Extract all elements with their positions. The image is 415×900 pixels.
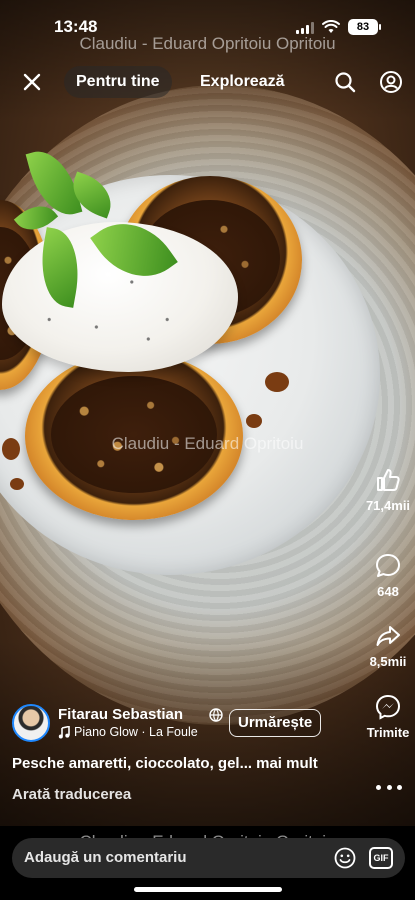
- globe-icon: [209, 708, 223, 722]
- status-bar: 13:48 83: [0, 14, 415, 40]
- thumbs-up-icon: [377, 469, 400, 491]
- signal-icon: [296, 22, 314, 34]
- more-link[interactable]: mai mult: [256, 755, 318, 772]
- author-name[interactable]: Fitarau Sebastian: [58, 706, 183, 723]
- top-nav: Pentru tine Explorează: [0, 64, 415, 100]
- profile-icon[interactable]: [379, 70, 403, 94]
- comment-placeholder: Adaugă un comentariu: [24, 849, 187, 866]
- author-row: Fitarau Sebastian Piano Glow · La Foule …: [12, 703, 352, 743]
- battery-indicator: 83: [348, 19, 381, 35]
- caramel-drip: [265, 372, 289, 392]
- music-note-icon: [58, 725, 70, 738]
- send-button[interactable]: Trimite: [362, 693, 414, 741]
- share-count: 8,5mii: [369, 654, 407, 669]
- like-count: 71,4mii: [365, 498, 411, 513]
- tab-pentru-tine[interactable]: Pentru tine: [64, 66, 172, 98]
- more-dots-icon[interactable]: [376, 780, 402, 794]
- caramel-drip: [2, 438, 20, 460]
- caption-text: Pesche amaretti, cioccolato, gel...: [12, 755, 253, 772]
- wifi-icon: [322, 20, 340, 33]
- music-row[interactable]: Piano Glow · La Foule: [58, 725, 198, 739]
- avatar[interactable]: [12, 704, 50, 742]
- translate-link[interactable]: Arată traducerea: [12, 786, 131, 803]
- share-icon: [376, 626, 400, 646]
- comments-button[interactable]: 648: [362, 552, 414, 600]
- status-time: 13:48: [54, 17, 98, 36]
- music-title: Piano Glow · La Foule: [74, 725, 198, 739]
- caption[interactable]: Pesche amaretti, cioccolato, gel... mai m…: [12, 755, 318, 772]
- peach-half: [25, 352, 243, 520]
- comment-count: 648: [377, 584, 399, 599]
- share-button[interactable]: 8,5mii: [362, 622, 414, 670]
- gif-button[interactable]: GIF: [369, 847, 393, 869]
- caramel-drip: [10, 478, 24, 490]
- send-label: Trimite: [366, 725, 410, 740]
- emoji-icon[interactable]: [334, 847, 356, 869]
- search-icon[interactable]: [333, 70, 357, 94]
- comment-panel: Claudiu - Eduard Opritoiu Opritoiu Adaug…: [0, 826, 415, 900]
- follow-button[interactable]: Urmărește: [229, 709, 322, 737]
- like-button[interactable]: 71,4mii: [362, 466, 414, 514]
- comment-input[interactable]: Adaugă un comentariu GIF: [12, 838, 405, 878]
- messenger-icon: [375, 694, 401, 720]
- comment-icon: [376, 554, 400, 577]
- close-icon[interactable]: [20, 70, 44, 94]
- home-indicator[interactable]: [134, 887, 282, 892]
- caramel-drip: [246, 414, 262, 428]
- tab-exploreaza[interactable]: Explorează: [188, 66, 296, 98]
